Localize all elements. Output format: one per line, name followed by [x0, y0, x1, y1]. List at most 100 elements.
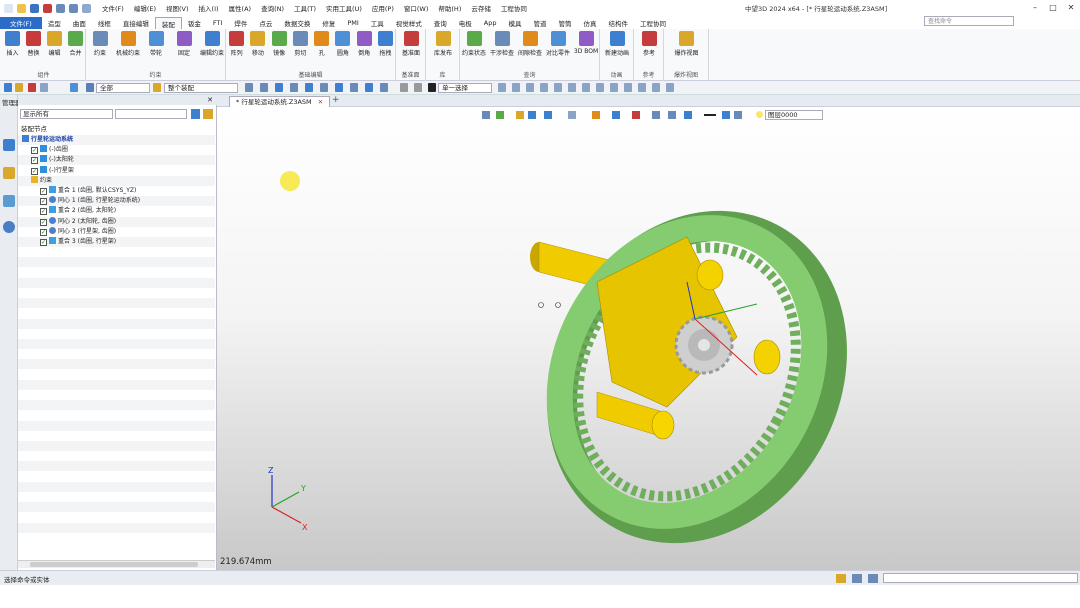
visibility-checkbox[interactable]: ✓: [31, 167, 38, 175]
tree-node[interactable]: ✓ 重合 2 (齿圈, 太阳轮): [18, 206, 215, 216]
toolbar-icon[interactable]: [526, 83, 534, 92]
ribbon-button[interactable]: 固定: [173, 31, 195, 57]
select-mode-select[interactable]: 单一选择: [438, 83, 492, 93]
menu-item[interactable]: 工具(T): [289, 3, 321, 13]
history-manager-icon[interactable]: [3, 139, 15, 151]
menu-item[interactable]: 应用(P): [367, 3, 399, 13]
toolbar-icon[interactable]: [498, 83, 506, 92]
menu-item[interactable]: 云存储: [466, 3, 496, 13]
hide-icon[interactable]: [28, 83, 36, 92]
visibility-checkbox[interactable]: ✓: [40, 188, 47, 195]
filter-icon[interactable]: [191, 109, 200, 119]
visibility-checkbox[interactable]: ✓: [40, 218, 47, 226]
tree-node[interactable]: 约束: [18, 175, 215, 186]
ribbon-tab[interactable]: 工程协同: [634, 17, 672, 29]
close-icon[interactable]: ✕: [1062, 0, 1080, 14]
toolbar-icon[interactable]: [305, 83, 313, 92]
toolbar-icon[interactable]: [380, 83, 388, 92]
toolbar-icon[interactable]: [512, 83, 520, 92]
ribbon-tab[interactable]: 仿真: [577, 17, 602, 29]
display-filter-select[interactable]: 显示所有: [20, 109, 113, 119]
ribbon-button[interactable]: 间隙检查: [518, 31, 542, 57]
menu-item[interactable]: 帮助(H): [433, 3, 466, 13]
file-tab[interactable]: 文件(F): [0, 17, 42, 29]
status-icon[interactable]: [868, 574, 878, 583]
filter-icon[interactable]: [86, 83, 94, 92]
menu-item[interactable]: 属性(A): [224, 3, 257, 13]
tree-node[interactable]: ✓ (-)行星架: [18, 165, 215, 176]
toolbar-icon[interactable]: [638, 83, 646, 92]
toolbar-icon[interactable]: [652, 83, 660, 92]
ribbon-button[interactable]: 合并: [65, 31, 87, 57]
minimize-icon[interactable]: –: [1026, 0, 1044, 14]
settings-icon[interactable]: [82, 3, 91, 13]
select-pointer-icon[interactable]: [4, 83, 12, 92]
ribbon-button[interactable]: 库发布: [432, 31, 454, 57]
ribbon-tab[interactable]: 模具: [502, 17, 527, 29]
snap-icon[interactable]: [70, 83, 78, 92]
toolbar-icon[interactable]: [275, 83, 283, 92]
ribbon-button[interactable]: 阵列: [226, 31, 248, 57]
save-icon[interactable]: [30, 3, 39, 13]
ribbon-tab[interactable]: 管道: [527, 17, 552, 29]
visibility-checkbox[interactable]: ✓: [31, 147, 38, 155]
ribbon-tab[interactable]: 视觉样式: [390, 17, 428, 29]
menu-item[interactable]: 工程协同: [496, 3, 532, 13]
toolbar-icon[interactable]: [624, 83, 632, 92]
ribbon-button[interactable]: 带轮: [145, 31, 167, 57]
menu-item[interactable]: 编辑(E): [129, 3, 161, 13]
tree-node[interactable]: ✓ 重合 1 (齿圈, 默认CSYS_YZ): [18, 186, 215, 196]
tree-node[interactable]: ✓ (-)齿圈: [18, 145, 215, 155]
toolbar-icon[interactable]: [666, 83, 674, 92]
ribbon-tab[interactable]: 焊件: [228, 17, 253, 29]
ribbon-tab[interactable]: PMI: [341, 17, 364, 29]
toolbar-icon[interactable]: [350, 83, 358, 92]
command-input[interactable]: [883, 573, 1078, 583]
status-icon[interactable]: [836, 574, 846, 583]
ribbon-button[interactable]: 镜像: [268, 31, 290, 57]
ribbon-button[interactable]: 约束: [89, 31, 111, 57]
ribbon-button[interactable]: 编辑: [44, 31, 66, 57]
ribbon-button[interactable]: 孔: [311, 31, 333, 57]
toolbar-icon[interactable]: [320, 83, 328, 92]
toolbar-icon[interactable]: [554, 83, 562, 92]
command-search-input[interactable]: 查找命令: [924, 16, 1014, 26]
ribbon-button[interactable]: 替换: [23, 31, 45, 57]
tree-node[interactable]: ✓ (-)太阳轮: [18, 155, 215, 166]
stop-icon[interactable]: [428, 83, 436, 92]
ribbon-tab[interactable]: 结构件: [602, 17, 634, 29]
ribbon-tab[interactable]: App: [478, 17, 503, 29]
ribbon-button[interactable]: 3D BOM: [574, 31, 598, 55]
new-file-icon[interactable]: [4, 3, 13, 13]
menu-item[interactable]: 窗口(W): [399, 3, 434, 13]
redo-icon[interactable]: [69, 3, 78, 13]
ribbon-tab[interactable]: FTI: [207, 17, 229, 29]
ribbon-tab[interactable]: 管筒: [552, 17, 577, 29]
toolbar-icon[interactable]: [582, 83, 590, 92]
filter-select[interactable]: 全部: [96, 83, 150, 93]
close-tab-icon[interactable]: ✕: [318, 98, 323, 106]
visibility-checkbox[interactable]: ✓: [40, 228, 47, 236]
tree-node[interactable]: ✓ 同心 3 (行星架, 齿圈): [18, 226, 215, 237]
scope-select[interactable]: 整个装配: [164, 83, 238, 93]
menu-item[interactable]: 实用工具(U): [321, 3, 367, 13]
menu-item[interactable]: 文件(F): [97, 3, 129, 13]
ribbon-tab[interactable]: 直接编辑: [117, 17, 155, 29]
ribbon-tab[interactable]: 修复: [316, 17, 341, 29]
ribbon-tab[interactable]: 钣金: [182, 17, 207, 29]
ribbon-button[interactable]: 爆炸视图: [675, 31, 699, 57]
toolbar-icon[interactable]: [245, 83, 253, 92]
box-select-icon[interactable]: [40, 83, 48, 92]
pick-filter-icon[interactable]: [15, 83, 23, 92]
ribbon-button[interactable]: 剪切: [289, 31, 311, 57]
ribbon-button[interactable]: 干涉检查: [490, 31, 514, 57]
horizontal-scrollbar[interactable]: [18, 560, 215, 568]
ribbon-button[interactable]: 移动: [247, 31, 269, 57]
visibility-checkbox[interactable]: ✓: [40, 208, 47, 216]
ribbon-tab[interactable]: 装配: [154, 17, 182, 29]
user-icon[interactable]: [3, 221, 15, 233]
open-file-icon[interactable]: [17, 3, 26, 13]
ribbon-button[interactable]: 倒角: [353, 31, 375, 57]
ribbon-button[interactable]: 新建动画: [605, 31, 629, 57]
toolbar-icon[interactable]: [568, 83, 576, 92]
